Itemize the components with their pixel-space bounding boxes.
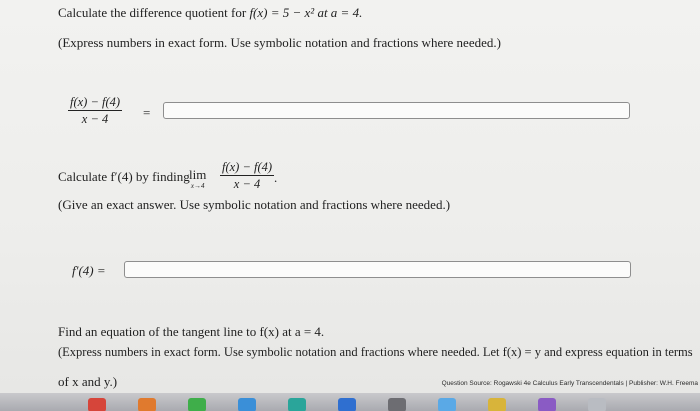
- q2-denominator: x − 4: [233, 177, 261, 191]
- q1-numerator: f(x) − f(4): [68, 95, 123, 111]
- app-icon-blue[interactable]: [338, 398, 356, 411]
- q3-prompt: Find an equation of the tangent line to …: [58, 324, 325, 339]
- q2-answer-label: f′(4) =: [72, 263, 106, 278]
- q2-limit-quotient: f(x) − f(4) x − 4: [220, 160, 275, 191]
- app-icon-red[interactable]: [88, 398, 106, 411]
- taskbar-dock: [0, 393, 700, 411]
- app-icon-yellow[interactable]: [488, 398, 506, 411]
- q1-function-definition: f(x) = 5 − x² at a = 4.: [249, 5, 363, 20]
- app-icon-purple[interactable]: [538, 398, 556, 411]
- app-icon-teal[interactable]: [288, 398, 306, 411]
- q2-prompt-text: Calculate f′(4) by finding: [58, 169, 190, 184]
- q2-numerator: f(x) − f(4): [220, 160, 275, 176]
- app-icon-silver[interactable]: [588, 398, 606, 411]
- q2-prompt: Calculate f′(4) by finding: [58, 169, 190, 185]
- app-icon-orange[interactable]: [138, 398, 156, 411]
- app-icon-safari[interactable]: [238, 398, 256, 411]
- q1-instruction: (Express numbers in exact form. Use symb…: [58, 35, 501, 50]
- q1-prompt-text: Calculate the difference quotient for: [58, 5, 247, 20]
- app-icon-lightblue[interactable]: [438, 398, 456, 411]
- q2-lim-word: lim: [189, 167, 207, 182]
- problem-page: Calculate the difference quotient for f(…: [0, 0, 700, 411]
- q1-answer-input[interactable]: [163, 102, 630, 119]
- q2-instruction: (Give an exact answer. Use symbolic nota…: [58, 197, 451, 212]
- q3-instruction-line2: of x and y.): [58, 374, 118, 389]
- q3-instruction-line1: (Express numbers in exact form. Use symb…: [58, 345, 693, 359]
- q2-lim-subscript: x→4: [190, 182, 205, 190]
- q1-denominator: x − 4: [81, 112, 109, 126]
- app-icon-green[interactable]: [188, 398, 206, 411]
- question-source-footer: Question Source: Rogawski 4e Calculus Ea…: [441, 380, 698, 387]
- q1-equals: =: [143, 105, 151, 120]
- q2-period: .: [274, 170, 278, 185]
- q1-difference-quotient: f(x) − f(4) x − 4: [68, 95, 123, 126]
- app-icon-gray[interactable]: [388, 398, 406, 411]
- q1-prompt: Calculate the difference quotient for f(…: [58, 5, 362, 21]
- q2-limit: lim x→4: [189, 167, 207, 191]
- q2-answer-input[interactable]: [124, 261, 631, 278]
